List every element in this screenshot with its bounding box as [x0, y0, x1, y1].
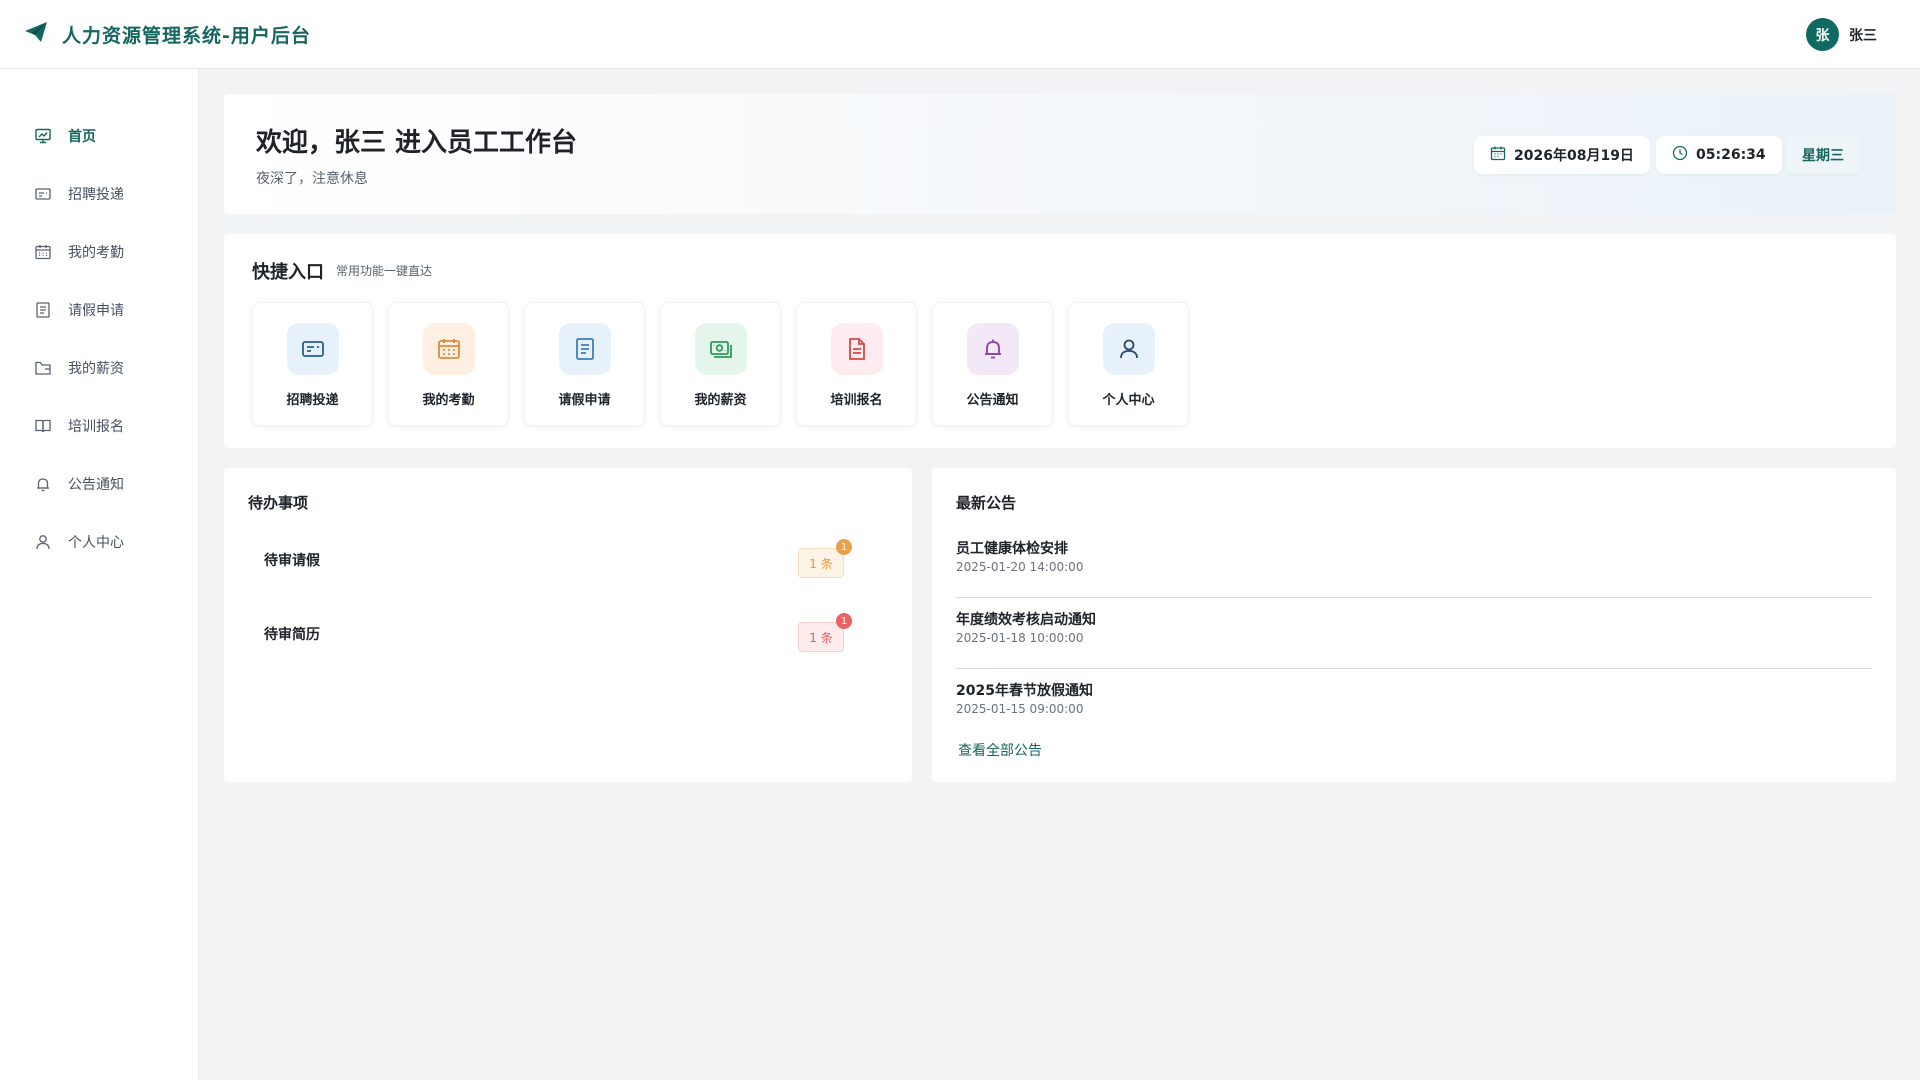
notice-item[interactable]: 年度绩效考核启动通知 2025-01-18 10:00:00: [956, 609, 1872, 669]
calendar-icon: [1490, 145, 1506, 165]
quick-entry-label: 招聘投递: [286, 393, 339, 408]
view-all-notices-link[interactable]: 查看全部公告: [958, 740, 1042, 760]
notice-item-time: 2025-01-15 09:00:00: [956, 702, 1084, 716]
calendar-icon: [34, 243, 52, 261]
todo-badge: 1: [836, 539, 852, 555]
app-title: 人力资源管理系统-用户后台: [62, 24, 311, 47]
document-icon: [558, 323, 611, 375]
sidebar-item-label: 请假申请: [68, 303, 124, 319]
wallet-icon: [34, 359, 52, 377]
todo-item-label: 待审请假: [264, 553, 320, 569]
top-header: 人力资源管理系统-用户后台 张 张三: [0, 0, 1920, 69]
calendar-icon: [422, 323, 475, 375]
quick-entry-label: 培训报名: [830, 393, 883, 408]
notice-item-title: 年度绩效考核启动通知: [956, 612, 1096, 628]
sidebar-item-label: 个人中心: [68, 535, 124, 551]
todo-item-resume[interactable]: 待审简历 1 条 1: [264, 613, 884, 652]
paper-plane-icon: [24, 21, 48, 47]
quick-entry-subtitle: 常用功能一键直达: [336, 264, 433, 278]
user-menu[interactable]: 张 张三: [1806, 18, 1877, 51]
quick-recruit-button[interactable]: 招聘投递: [252, 302, 373, 426]
quick-entry-label: 我的薪资: [694, 393, 747, 408]
weekday-pill: 星期三: [1786, 136, 1860, 174]
current-date: 2026年08月19日: [1514, 148, 1634, 164]
notice-item[interactable]: 2025年春节放假通知 2025-01-15 09:00:00: [956, 680, 1872, 740]
current-time: 05:26:34: [1696, 147, 1766, 163]
notice-panel: 最新公告 员工健康体检安排 2025-01-20 14:00:00 年度绩效考核…: [932, 468, 1896, 782]
notice-item-time: 2025-01-20 14:00:00: [956, 560, 1084, 574]
welcome-title: 欢迎，张三 进入员工工作台: [256, 128, 578, 158]
sidebar-item-notice[interactable]: 公告通知: [0, 464, 198, 504]
id-card-icon: [286, 323, 339, 375]
user-icon: [1102, 323, 1155, 375]
bell-icon: [966, 323, 1019, 375]
sidebar-item-leave[interactable]: 请假申请: [0, 290, 198, 330]
user-icon: [34, 533, 52, 551]
id-card-icon: [34, 185, 52, 203]
todo-badge: 1: [836, 613, 852, 629]
document-icon: [34, 301, 52, 319]
quick-entry-label: 公告通知: [966, 393, 1019, 408]
notice-item-title: 2025年春节放假通知: [956, 683, 1093, 699]
file-icon: [830, 323, 883, 375]
date-pill: 2026年08月19日: [1474, 136, 1650, 174]
sidebar-item-label: 我的薪资: [68, 361, 124, 377]
sidebar-item-label: 公告通知: [68, 477, 124, 493]
user-name[interactable]: 张三: [1849, 25, 1877, 45]
avatar[interactable]: 张: [1806, 18, 1839, 51]
quick-entry-label: 我的考勤: [422, 393, 475, 408]
presentation-chart-icon: [34, 127, 52, 145]
quick-profile-button[interactable]: 个人中心: [1068, 302, 1189, 426]
quick-attendance-button[interactable]: 我的考勤: [388, 302, 509, 426]
notice-item-title: 员工健康体检安排: [956, 541, 1068, 557]
book-icon: [34, 417, 52, 435]
quick-training-button[interactable]: 培训报名: [796, 302, 917, 426]
sidebar-item-attendance[interactable]: 我的考勤: [0, 232, 198, 272]
notice-title: 最新公告: [956, 494, 1017, 512]
quick-notice-button[interactable]: 公告通知: [932, 302, 1053, 426]
todo-title: 待办事项: [248, 494, 309, 512]
welcome-subtitle: 夜深了，注意休息: [256, 171, 368, 187]
money-icon: [694, 323, 747, 375]
todo-count-tag: 1 条: [798, 622, 844, 652]
todo-count-tag: 1 条: [798, 548, 844, 578]
sidebar: 首页 招聘投递 我的考勤 请假申请 我的薪资 培训报名 公告通知 个人中心: [0, 69, 199, 1080]
sidebar-item-recruit[interactable]: 招聘投递: [0, 174, 198, 214]
todo-item-leave[interactable]: 待审请假 1 条 1: [264, 539, 884, 578]
sidebar-item-home[interactable]: 首页: [0, 116, 198, 156]
todo-item-label: 待审简历: [264, 627, 320, 643]
quick-leave-button[interactable]: 请假申请: [524, 302, 645, 426]
quick-entry-label: 个人中心: [1102, 393, 1155, 408]
sidebar-item-profile[interactable]: 个人中心: [0, 522, 198, 562]
brand[interactable]: 人力资源管理系统-用户后台: [24, 21, 311, 48]
sidebar-item-label: 我的考勤: [68, 245, 124, 261]
time-pill: 05:26:34: [1656, 136, 1782, 174]
notice-item[interactable]: 员工健康体检安排 2025-01-20 14:00:00: [956, 538, 1872, 598]
sidebar-item-label: 首页: [68, 129, 96, 145]
todo-panel: 待办事项 待审请假 1 条 1 待审简历 1 条 1: [224, 468, 912, 782]
sidebar-item-training[interactable]: 培训报名: [0, 406, 198, 446]
bell-icon: [34, 475, 52, 493]
welcome-banner: 欢迎，张三 进入员工工作台 夜深了，注意休息 2026年08月19日 05:26…: [224, 94, 1896, 214]
quick-salary-button[interactable]: 我的薪资: [660, 302, 781, 426]
current-weekday: 星期三: [1802, 148, 1844, 164]
quick-entry-panel: 快捷入口 常用功能一键直达 招聘投递 我的考勤 请假申请 我的薪资 培训报名 公…: [224, 234, 1896, 448]
quick-entry-title: 快捷入口: [252, 262, 324, 283]
sidebar-item-label: 培训报名: [68, 419, 124, 435]
quick-entry-label: 请假申请: [558, 393, 611, 408]
sidebar-item-salary[interactable]: 我的薪资: [0, 348, 198, 388]
clock-icon: [1672, 145, 1688, 165]
sidebar-item-label: 招聘投递: [68, 187, 124, 203]
notice-item-time: 2025-01-18 10:00:00: [956, 631, 1084, 645]
